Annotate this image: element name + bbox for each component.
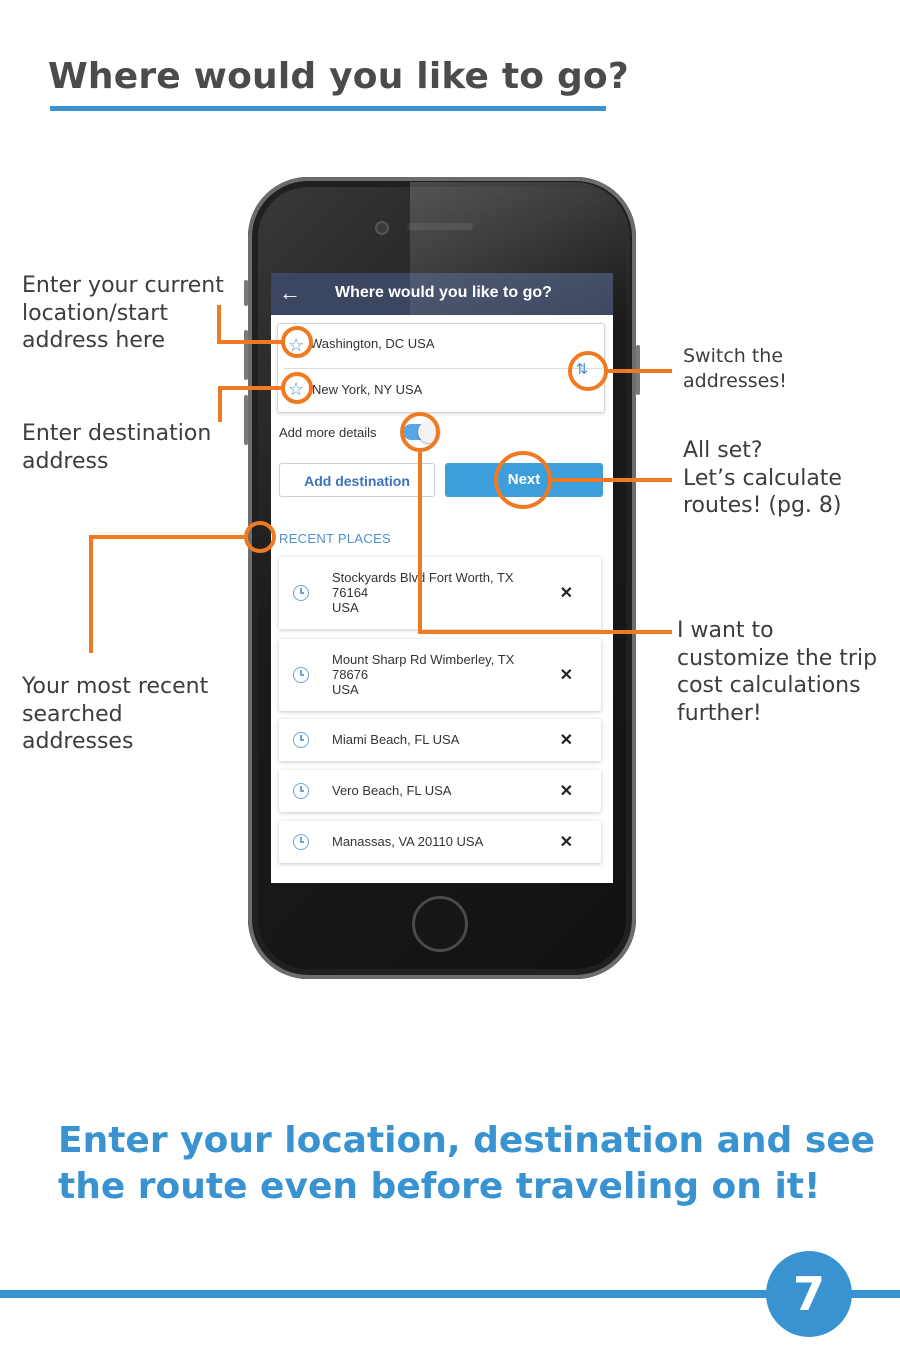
phone-speaker bbox=[407, 223, 473, 230]
recent-place-label: Miami Beach, FL USA bbox=[332, 732, 460, 747]
phone-volume-button bbox=[244, 330, 248, 380]
address-card: ☆ Washington, DC USA ☆ New York, NY USA bbox=[277, 323, 605, 413]
add-details-toggle[interactable] bbox=[403, 421, 440, 443]
clock-icon bbox=[293, 834, 309, 850]
list-item[interactable]: Miami Beach, FL USA ✕ bbox=[279, 719, 601, 761]
recent-place-label: Vero Beach, FL USA bbox=[332, 783, 452, 798]
star-outline-icon[interactable]: ☆ bbox=[288, 336, 304, 354]
add-destination-button[interactable]: Add destination bbox=[279, 463, 435, 497]
toggle-knob bbox=[418, 421, 440, 443]
app-screen: ← Where would you like to go? ☆ Washingt… bbox=[271, 273, 613, 883]
close-icon[interactable]: ✕ bbox=[560, 832, 573, 852]
callout-line-recent bbox=[89, 535, 246, 653]
list-item[interactable]: Mount Sharp Rd Wimberley, TX 78676 USA ✕ bbox=[279, 639, 601, 711]
clock-icon bbox=[293, 667, 309, 683]
list-item[interactable]: Manassas, VA 20110 USA ✕ bbox=[279, 821, 601, 863]
destination-address-input[interactable]: New York, NY USA bbox=[312, 382, 422, 397]
recent-place-label: Stockyards Blvd Fort Worth, TX 76164 USA bbox=[332, 570, 514, 615]
recent-places-header: RECENT PLACES bbox=[279, 531, 392, 546]
close-icon[interactable]: ✕ bbox=[560, 583, 573, 603]
page-title: Where would you like to go? bbox=[48, 56, 629, 97]
swap-vertical-icon[interactable]: ⇅ bbox=[569, 357, 595, 383]
page-tagline: Enter your location, destination and see… bbox=[58, 1120, 876, 1207]
next-button[interactable]: Next bbox=[445, 463, 603, 497]
close-icon[interactable]: ✕ bbox=[560, 665, 573, 685]
list-item[interactable]: Vero Beach, FL USA ✕ bbox=[279, 770, 601, 812]
arrow-left-icon[interactable]: ← bbox=[279, 281, 301, 305]
footer-line bbox=[0, 1290, 900, 1298]
callout-next-text: All set? Let’s calculate routes! (pg. 8) bbox=[683, 438, 842, 518]
callout-start-text: Enter your current location/start addres… bbox=[22, 273, 224, 353]
title-underline bbox=[50, 106, 606, 111]
callout-recent-text: Your most recent searched addresses bbox=[22, 674, 209, 754]
start-address-input[interactable]: Washington, DC USA bbox=[310, 336, 435, 351]
callout-destination-text: Enter destination address bbox=[22, 421, 212, 474]
recent-place-label: Mount Sharp Rd Wimberley, TX 78676 USA bbox=[332, 652, 515, 697]
list-item[interactable]: Stockyards Blvd Fort Worth, TX 76164 USA… bbox=[279, 557, 601, 629]
recent-place-label: Manassas, VA 20110 USA bbox=[332, 834, 484, 849]
app-bar: ← Where would you like to go? bbox=[271, 273, 613, 315]
callout-swap-text: Switch the addresses! bbox=[683, 345, 787, 392]
phone-power-button bbox=[636, 345, 640, 395]
app-bar-title: Where would you like to go? bbox=[335, 284, 552, 301]
page-number-badge: 7 bbox=[766, 1251, 852, 1337]
phone-volume-button bbox=[244, 395, 248, 445]
phone-mute-switch bbox=[244, 280, 248, 306]
phone-home-button[interactable] bbox=[412, 896, 468, 952]
star-outline-icon[interactable]: ☆ bbox=[288, 380, 304, 398]
close-icon[interactable]: ✕ bbox=[560, 781, 573, 801]
clock-icon bbox=[293, 585, 309, 601]
address-divider bbox=[284, 368, 602, 369]
close-icon[interactable]: ✕ bbox=[560, 730, 573, 750]
add-details-label: Add more details bbox=[279, 425, 377, 440]
clock-icon bbox=[293, 783, 309, 799]
callout-details-text: I want to customize the trip cost calcul… bbox=[677, 618, 878, 726]
clock-icon bbox=[293, 732, 309, 748]
phone-camera bbox=[375, 221, 389, 235]
